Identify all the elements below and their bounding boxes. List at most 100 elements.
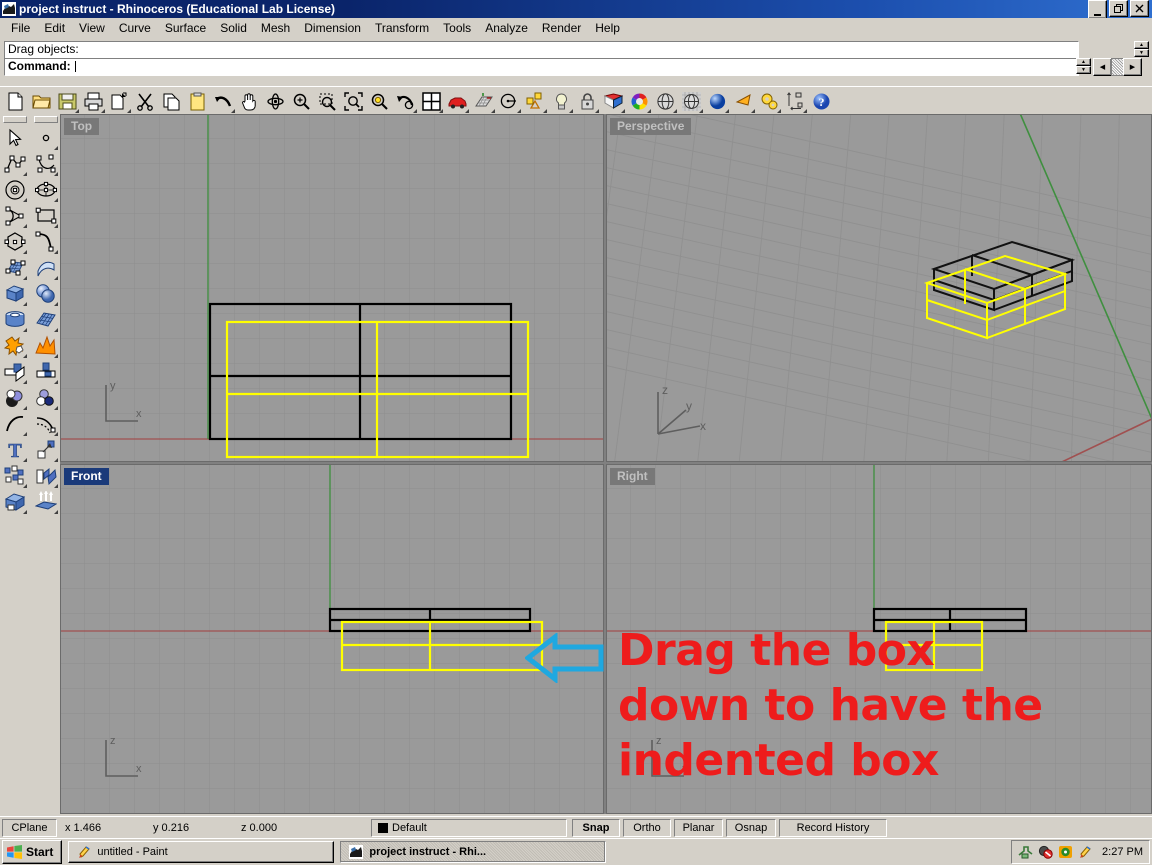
new-file-icon[interactable] xyxy=(3,89,28,114)
spinner-down-icon[interactable]: ▼ xyxy=(1134,49,1149,57)
menu-file[interactable]: File xyxy=(4,19,37,37)
print-icon[interactable] xyxy=(81,89,106,114)
lock-icon[interactable] xyxy=(575,89,600,114)
cylinder-icon[interactable] xyxy=(2,307,28,333)
sphere-icon[interactable] xyxy=(33,281,59,307)
menu-dimension[interactable]: Dimension xyxy=(297,19,368,37)
menu-help[interactable]: Help xyxy=(588,19,627,37)
media-icon[interactable] xyxy=(1058,845,1073,859)
menu-edit[interactable]: Edit xyxy=(37,19,72,37)
polyline-icon[interactable] xyxy=(2,151,28,177)
menu-mesh[interactable]: Mesh xyxy=(254,19,297,37)
layer-yellow-icon[interactable] xyxy=(523,89,548,114)
polygon-icon[interactable] xyxy=(2,229,28,255)
toolbar-grip[interactable] xyxy=(2,116,27,123)
zoom-in-out-icon[interactable] xyxy=(289,89,314,114)
viewport-label-right[interactable]: Right xyxy=(610,468,655,485)
named-cplane-icon[interactable] xyxy=(497,89,522,114)
viewport-front[interactable]: z x Front xyxy=(60,464,604,814)
menu-surface[interactable]: Surface xyxy=(158,19,213,37)
menu-render[interactable]: Render xyxy=(535,19,588,37)
toggle-record-history[interactable]: Record History xyxy=(779,819,887,837)
save-icon[interactable] xyxy=(55,89,80,114)
boolean-star-icon[interactable] xyxy=(2,333,28,359)
menu-analyze[interactable]: Analyze xyxy=(478,19,535,37)
split-icon[interactable] xyxy=(2,359,28,385)
trim-icon[interactable] xyxy=(33,359,59,385)
point-icon[interactable] xyxy=(33,125,59,151)
menu-view[interactable]: View xyxy=(72,19,112,37)
toggle-osnap[interactable]: Osnap xyxy=(726,819,776,837)
taskbar-item-paint[interactable]: untitled - Paint xyxy=(68,841,335,863)
dimension-icon[interactable] xyxy=(783,89,808,114)
light-bulb-icon[interactable] xyxy=(549,89,574,114)
viewport-label-perspective[interactable]: Perspective xyxy=(610,118,692,135)
color-wheel-icon[interactable] xyxy=(627,89,652,114)
extrude-icon[interactable] xyxy=(33,463,59,489)
cut-scissors-icon[interactable] xyxy=(133,89,158,114)
maximize-button[interactable] xyxy=(1109,0,1128,17)
command-input-line[interactable]: Command: xyxy=(4,58,1079,76)
viewport-label-top[interactable]: Top xyxy=(64,118,100,135)
control-point-curve-icon[interactable] xyxy=(33,151,59,177)
pan-hand-icon[interactable] xyxy=(237,89,262,114)
toggle-planar[interactable]: Planar xyxy=(674,819,723,837)
arc-icon[interactable] xyxy=(2,203,28,229)
start-button[interactable]: Start xyxy=(2,840,63,864)
rotate-view-icon[interactable] xyxy=(263,89,288,114)
mesh-sphere-icon[interactable] xyxy=(679,89,704,114)
close-button[interactable] xyxy=(1130,0,1149,17)
toggle-snap[interactable]: Snap xyxy=(572,819,620,837)
material-icon[interactable] xyxy=(601,89,626,114)
boolean-union-icon[interactable] xyxy=(2,385,28,411)
undo-arrow-icon[interactable] xyxy=(211,89,236,114)
menu-solid[interactable]: Solid xyxy=(213,19,254,37)
viewport-top[interactable]: y x Top xyxy=(60,114,604,462)
render-sphere-icon[interactable] xyxy=(705,89,730,114)
surface-from-points-icon[interactable] xyxy=(2,255,28,281)
scroll-right-button[interactable]: ▶ xyxy=(1123,58,1142,76)
surface-grid-icon[interactable] xyxy=(33,307,59,333)
copy-icon[interactable] xyxy=(159,89,184,114)
four-viewport-icon[interactable] xyxy=(419,89,444,114)
sweep-surface-icon[interactable] xyxy=(33,255,59,281)
menu-tools[interactable]: Tools xyxy=(436,19,478,37)
offset-curve-icon[interactable] xyxy=(33,411,59,437)
options-gears-icon[interactable] xyxy=(757,89,782,114)
layer-indicator[interactable]: Default xyxy=(371,819,567,837)
toggle-ortho[interactable]: Ortho xyxy=(623,819,671,837)
cplane-button[interactable]: CPlane xyxy=(2,819,57,837)
minimize-button[interactable] xyxy=(1088,0,1107,19)
antivirus-icon[interactable] xyxy=(1038,845,1053,859)
taskbar-item-rhino[interactable]: project instruct - Rhi... xyxy=(340,841,607,863)
array-icon[interactable] xyxy=(2,463,28,489)
viewport-label-front[interactable]: Front xyxy=(64,468,109,485)
explode-icon[interactable] xyxy=(33,333,59,359)
wireframe-sphere-icon[interactable] xyxy=(653,89,678,114)
cap-solid-icon[interactable] xyxy=(2,489,28,515)
ghosted-cone-icon[interactable] xyxy=(731,89,756,114)
copy-to-clipboard-icon[interactable] xyxy=(107,89,132,114)
network-icon[interactable] xyxy=(1018,845,1033,859)
zoom-extents-icon[interactable] xyxy=(341,89,366,114)
paste-icon[interactable] xyxy=(185,89,210,114)
viewport-perspective[interactable]: z y x Perspective xyxy=(606,114,1152,462)
select-arrow-icon[interactable] xyxy=(2,125,28,151)
curve-blend-icon[interactable] xyxy=(33,229,59,255)
extrude-up-icon[interactable] xyxy=(33,489,59,515)
ellipse-icon[interactable] xyxy=(33,177,59,203)
help-icon[interactable]: ? xyxy=(809,89,834,114)
command-history-spinner[interactable]: ▲ ▼ xyxy=(1134,41,1149,57)
fillet-curve-icon[interactable] xyxy=(2,411,28,437)
command-line-spinner[interactable]: ▲ ▼ xyxy=(1076,58,1091,74)
circle-icon[interactable] xyxy=(2,177,28,203)
toolbar-grip-2[interactable] xyxy=(33,116,58,123)
zoom-selected-icon[interactable] xyxy=(367,89,392,114)
clock[interactable]: 2:27 PM xyxy=(1102,846,1143,858)
zoom-window-icon[interactable] xyxy=(315,89,340,114)
rectangle-icon[interactable] xyxy=(33,203,59,229)
paint-tray-icon[interactable] xyxy=(1078,845,1093,859)
zoom-previous-icon[interactable] xyxy=(393,89,418,114)
spinner2-down-icon[interactable]: ▼ xyxy=(1076,66,1091,74)
car-render-icon[interactable] xyxy=(445,89,470,114)
